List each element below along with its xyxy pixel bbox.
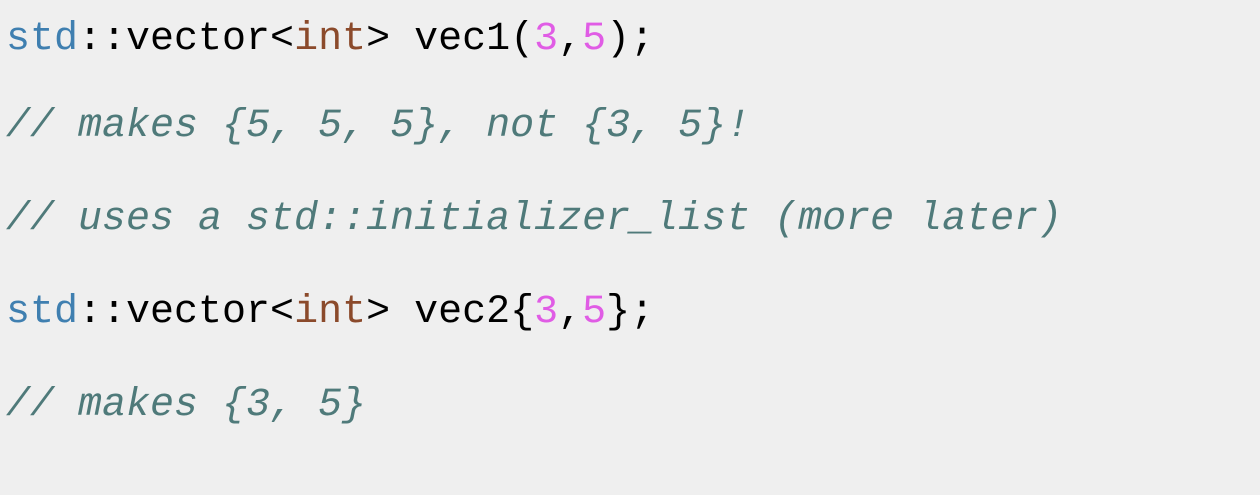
number-literal-token: 3 <box>534 290 559 335</box>
code-comment-initializer-list: // uses a std::initializer_list (more la… <box>6 197 1063 242</box>
terminator-token: }; <box>606 290 655 335</box>
type-keyword-token: int <box>294 17 367 62</box>
number-literal-token: 5 <box>582 17 607 62</box>
terminator-token: ); <box>606 17 655 62</box>
declaration-token: > vec1( <box>366 17 535 62</box>
scope-token: ::vector< <box>78 17 295 62</box>
namespace-token: std <box>6 290 79 335</box>
number-literal-token: 3 <box>534 17 559 62</box>
declaration-token: > vec2{ <box>366 290 535 335</box>
separator-token: , <box>558 290 583 335</box>
scope-token: ::vector< <box>78 290 295 335</box>
code-line-vec2-declaration: std::vector<int> vec2{3,5}; <box>6 289 654 337</box>
code-line-vec1-declaration: std::vector<int> vec1(3,5); <box>6 16 654 64</box>
code-comment-vec2-result: // makes {3, 5} <box>6 383 367 428</box>
code-comment-vec1-result: // makes {5, 5, 5}, not {3, 5}! <box>6 104 751 149</box>
type-keyword-token: int <box>294 290 367 335</box>
number-literal-token: 5 <box>582 290 607 335</box>
namespace-token: std <box>6 17 79 62</box>
separator-token: , <box>558 17 583 62</box>
code-block: std::vector<int> vec1(3,5); // makes {5,… <box>0 0 1260 450</box>
